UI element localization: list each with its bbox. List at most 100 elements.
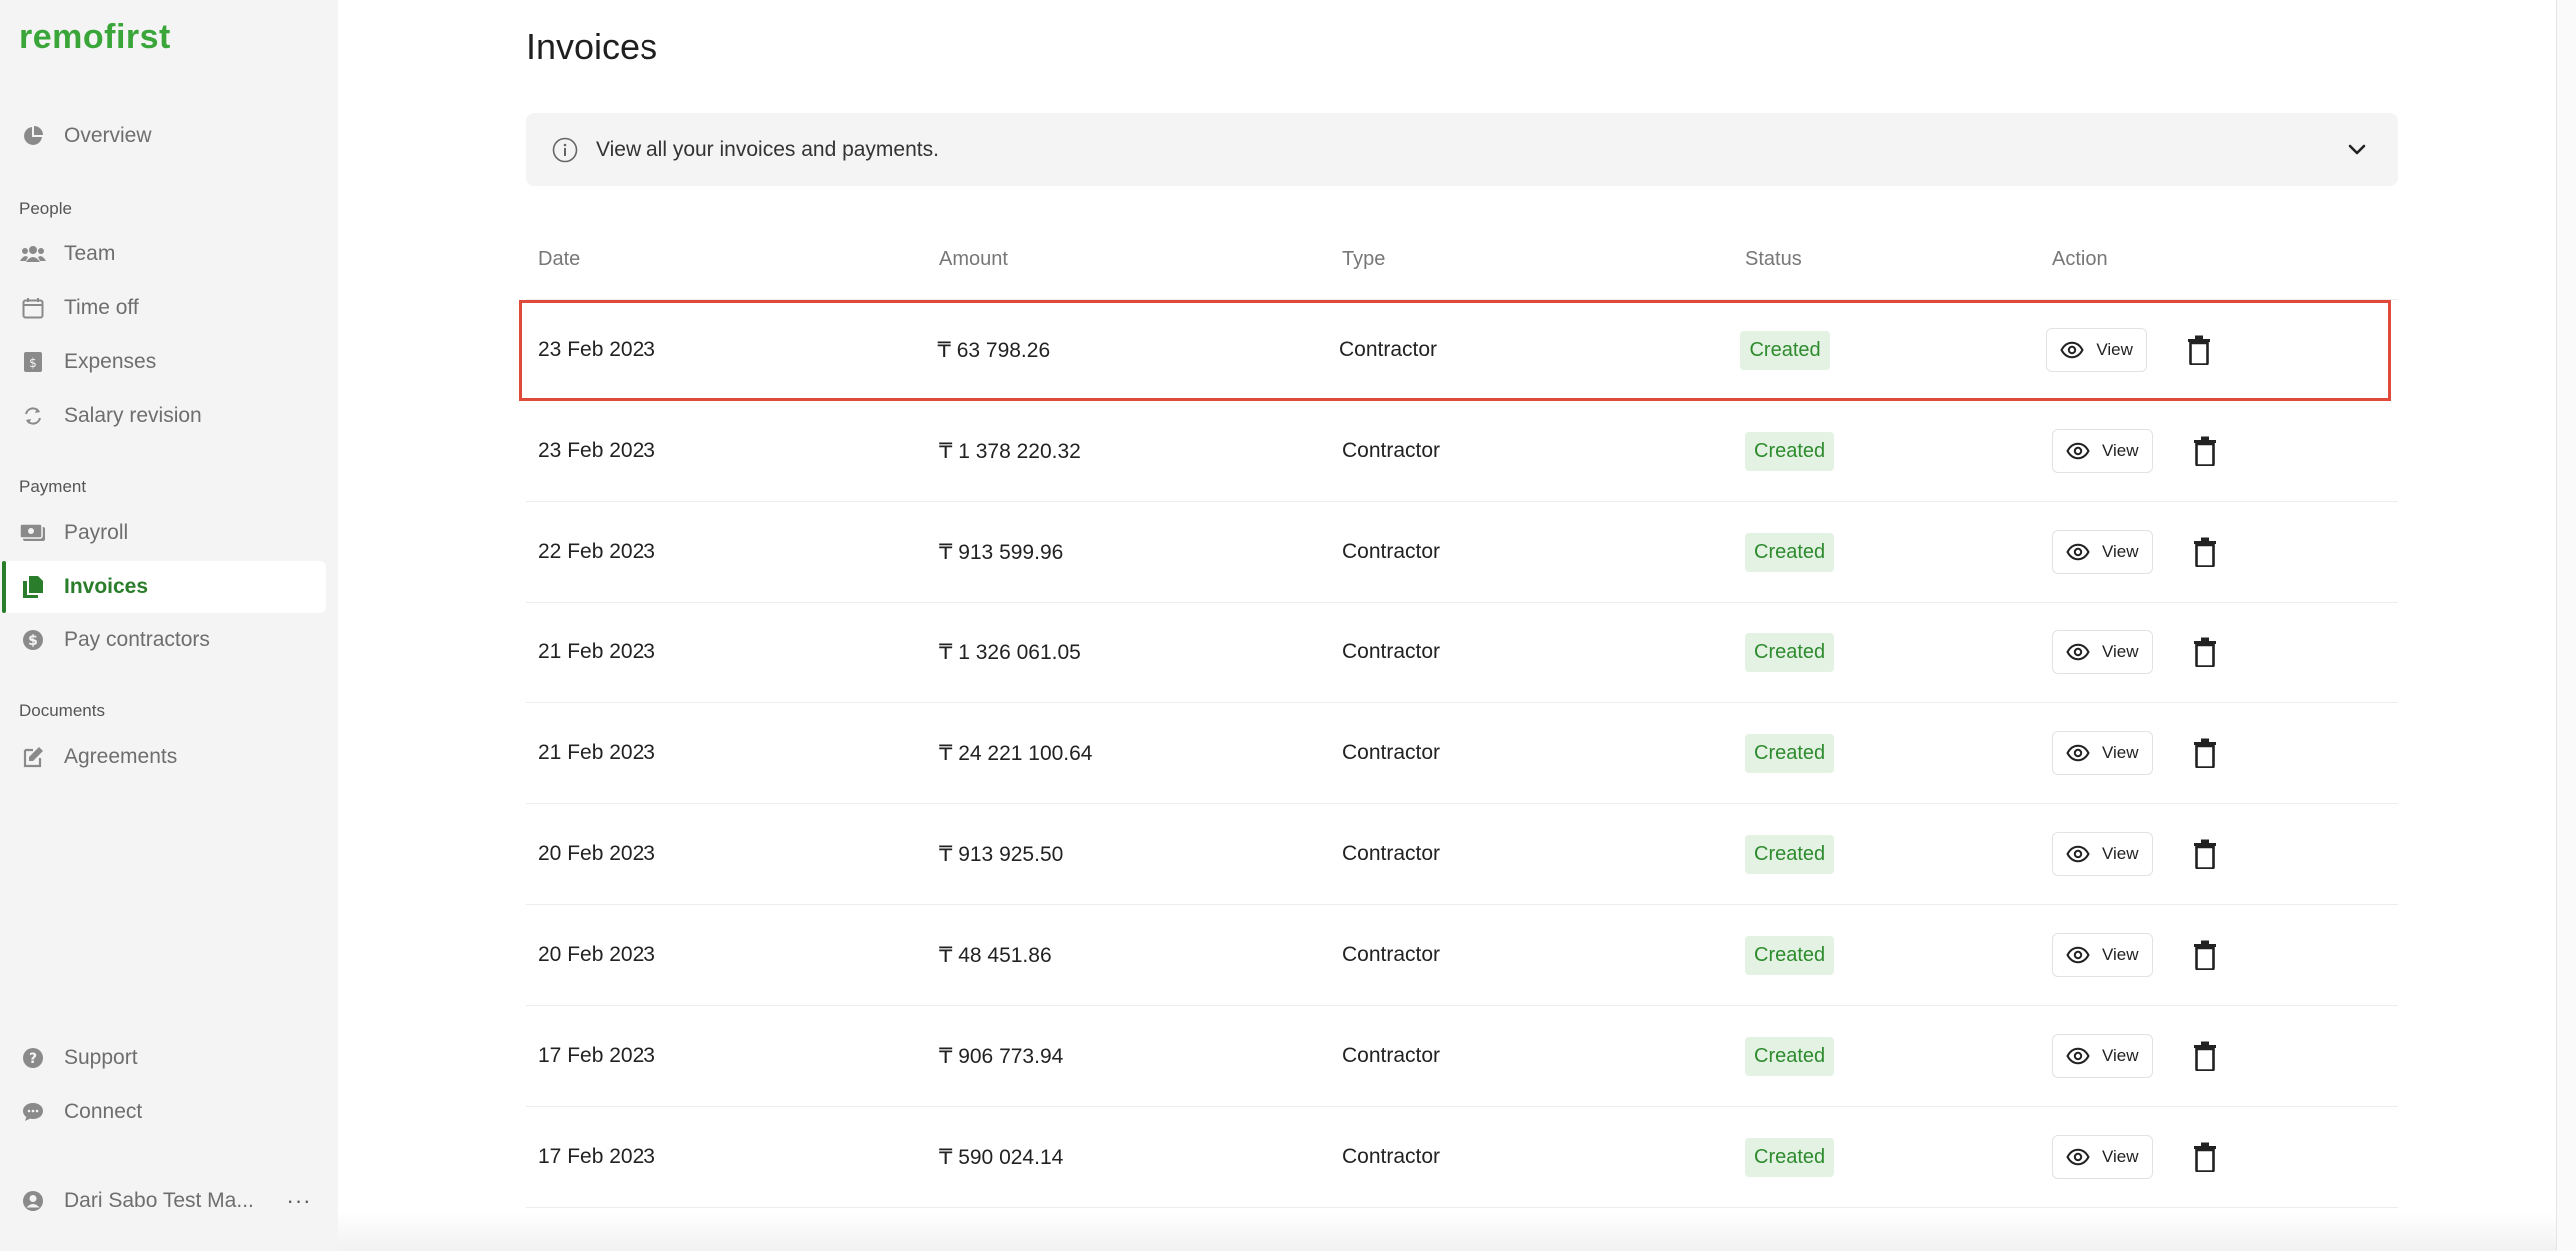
- money-icon: [20, 520, 46, 546]
- page-title: Invoices: [526, 26, 658, 67]
- sidebar-item-payroll[interactable]: Payroll: [4, 507, 326, 559]
- svg-text:?: ?: [29, 1051, 37, 1067]
- section-label-documents: Documents: [19, 701, 105, 720]
- invoice-amount: ₸ 913 599.96: [939, 540, 1064, 564]
- sidebar-item-invoices[interactable]: Invoices: [2, 561, 326, 613]
- table-row[interactable]: 20 Feb 2023 ₸ 48 451.86 Contractor Creat…: [526, 905, 2398, 1006]
- table-row[interactable]: 23 Feb 2023 ₸ 63 798.26 Contractor Creat…: [519, 300, 2391, 401]
- trash-icon[interactable]: [2191, 838, 2219, 870]
- chat-bubble-icon: [20, 1099, 46, 1125]
- table-row[interactable]: 17 Feb 2023 ₸ 906 773.94 Contractor Crea…: [526, 1006, 2398, 1107]
- table-row[interactable]: 20 Feb 2023 ₸ 913 925.50 Contractor Crea…: [526, 804, 2398, 905]
- column-header-date[interactable]: Date: [526, 248, 927, 271]
- sidebar-item-label: Payroll: [64, 521, 129, 544]
- view-button[interactable]: View: [2052, 530, 2153, 574]
- trash-icon[interactable]: [2191, 636, 2219, 668]
- refresh-icon: [20, 403, 46, 429]
- trash-icon[interactable]: [2191, 1141, 2219, 1173]
- sidebar-item-team[interactable]: Team: [4, 228, 326, 280]
- view-button[interactable]: View: [2052, 1135, 2153, 1179]
- view-button[interactable]: View: [2052, 933, 2153, 977]
- trash-icon[interactable]: [2185, 334, 2213, 366]
- sidebar-item-support[interactable]: ? Support: [4, 1032, 326, 1084]
- status-badge: Created: [1745, 935, 1835, 975]
- user-name: Dari Sabo Test Ma...: [64, 1189, 254, 1212]
- more-options-icon[interactable]: ···: [284, 1188, 314, 1214]
- sidebar-item-overview[interactable]: Overview: [4, 110, 326, 162]
- view-button[interactable]: View: [2052, 630, 2153, 674]
- eye-icon: [2066, 845, 2090, 863]
- invoice-amount: ₸ 1 326 061.05: [939, 640, 1081, 664]
- trash-icon[interactable]: [2191, 939, 2219, 971]
- eye-icon: [2060, 341, 2084, 359]
- view-button[interactable]: View: [2052, 832, 2153, 876]
- sidebar-item-time-off[interactable]: Time off: [4, 282, 326, 334]
- bottom-fade: [338, 1211, 2576, 1251]
- sidebar-item-connect[interactable]: Connect: [4, 1086, 326, 1138]
- sidebar-item-agreements[interactable]: Agreements: [4, 731, 326, 783]
- view-button[interactable]: View: [2052, 1034, 2153, 1078]
- sidebar-item-expenses[interactable]: $ Expenses: [4, 336, 326, 388]
- table-row[interactable]: 21 Feb 2023 ₸ 1 326 061.05 Contractor Cr…: [526, 603, 2398, 703]
- trash-icon[interactable]: [2191, 1040, 2219, 1072]
- sidebar-item-label: Team: [64, 242, 116, 265]
- view-button-label: View: [2102, 441, 2139, 460]
- sidebar-item-salary-revision[interactable]: Salary revision: [4, 390, 326, 442]
- status-badge: Created: [1745, 1036, 1835, 1076]
- users-icon: [20, 241, 46, 267]
- chevron-down-icon[interactable]: [2342, 135, 2372, 165]
- invoice-amount: ₸ 24 221 100.64: [939, 741, 1093, 765]
- sidebar: remofirst Overview People Team Time off …: [0, 0, 338, 1251]
- svg-text:$: $: [28, 633, 38, 649]
- table-row[interactable]: 21 Feb 2023 ₸ 24 221 100.64 Contractor C…: [526, 703, 2398, 804]
- invoice-date: 20 Feb 2023: [538, 842, 655, 865]
- column-header-status[interactable]: Status: [1733, 248, 2040, 271]
- invoice-amount: ₸ 1 378 220.32: [939, 439, 1081, 463]
- column-header-type[interactable]: Type: [1330, 248, 1733, 271]
- view-button[interactable]: View: [2046, 328, 2147, 372]
- user-menu[interactable]: Dari Sabo Test Ma... ···: [4, 1175, 326, 1227]
- trash-icon[interactable]: [2191, 536, 2219, 568]
- view-button-label: View: [2102, 844, 2139, 863]
- eye-icon: [2066, 1148, 2090, 1166]
- view-button-label: View: [2102, 945, 2139, 964]
- table-row[interactable]: 22 Feb 2023 ₸ 913 599.96 Contractor Crea…: [526, 502, 2398, 603]
- documents-icon: [20, 574, 46, 600]
- invoice-amount: ₸ 48 451.86: [939, 943, 1052, 967]
- table-row[interactable]: 17 Feb 2023 ₸ 590 024.14 Contractor Crea…: [526, 1107, 2398, 1208]
- user-avatar-icon: [20, 1188, 46, 1214]
- invoice-type: Contractor: [1342, 741, 1441, 764]
- view-button[interactable]: View: [2052, 429, 2153, 473]
- view-button-label: View: [2102, 1147, 2139, 1166]
- invoice-type: Contractor: [1342, 439, 1441, 462]
- table-body: 23 Feb 2023 ₸ 63 798.26 Contractor Creat…: [519, 300, 2398, 1208]
- sidebar-item-label: Support: [64, 1046, 138, 1069]
- app-logo[interactable]: remofirst: [19, 18, 171, 57]
- status-badge: Created: [1745, 834, 1835, 874]
- invoice-type: Contractor: [1342, 1145, 1441, 1168]
- view-button[interactable]: View: [2052, 731, 2153, 775]
- table-row[interactable]: 23 Feb 2023 ₸ 1 378 220.32 Contractor Cr…: [526, 401, 2398, 502]
- column-header-amount[interactable]: Amount: [927, 248, 1330, 271]
- sidebar-item-label: Connect: [64, 1100, 143, 1123]
- sidebar-item-label: Expenses: [64, 350, 157, 373]
- status-badge: Created: [1745, 632, 1835, 672]
- trash-icon[interactable]: [2191, 737, 2219, 769]
- status-badge: Created: [1740, 330, 1830, 370]
- invoice-date: 17 Feb 2023: [538, 1145, 655, 1168]
- sidebar-item-pay-contractors[interactable]: $ Pay contractors: [4, 615, 326, 666]
- status-badge: Created: [1745, 733, 1835, 773]
- info-banner[interactable]: View all your invoices and payments.: [526, 113, 2398, 186]
- invoice-date: 21 Feb 2023: [538, 741, 655, 764]
- invoice-date: 22 Feb 2023: [538, 540, 655, 563]
- sidebar-item-label: Time off: [64, 296, 139, 319]
- eye-icon: [2066, 643, 2090, 661]
- status-badge: Created: [1745, 431, 1835, 471]
- status-badge: Created: [1745, 1137, 1835, 1177]
- section-label-payment: Payment: [19, 477, 87, 496]
- sidebar-item-label: Pay contractors: [64, 628, 210, 651]
- sidebar-item-label: Invoices: [64, 575, 149, 598]
- trash-icon[interactable]: [2191, 435, 2219, 467]
- page-scrollbar[interactable]: [2556, 0, 2576, 1251]
- section-label-people: People: [19, 199, 72, 218]
